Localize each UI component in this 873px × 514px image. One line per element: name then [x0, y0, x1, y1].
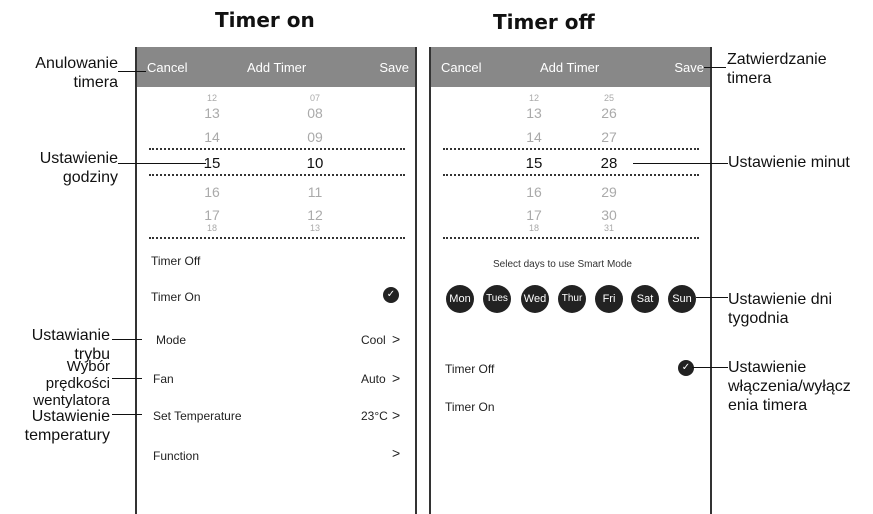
annotation-cancel: Anulowanie timera [35, 55, 118, 91]
temperature-value: 23°C [361, 409, 388, 423]
mode-value: Cool [361, 333, 386, 347]
minute-option[interactable]: 07 [300, 93, 330, 103]
minute-option[interactable]: 11 [300, 184, 330, 200]
timer-on-screen: Cancel Add Timer Save 12 13 14 15 16 17 … [135, 47, 417, 514]
top-bar: Cancel Add Timer Save [137, 47, 415, 87]
selected-hour[interactable]: 15 [519, 155, 549, 172]
day-thur-button[interactable]: Thur [558, 285, 586, 313]
hour-option[interactable]: 18 [197, 223, 227, 233]
save-button[interactable]: Save [674, 60, 704, 75]
days-pointer-line [696, 297, 728, 298]
annotation-onoff: Ustawienie włączenia/wyłącz enia timera [728, 359, 851, 414]
hour-option[interactable]: 14 [197, 129, 227, 145]
check-icon: ✓ [678, 360, 694, 376]
selected-minute[interactable]: 10 [300, 155, 330, 172]
minute-option[interactable]: 29 [594, 184, 624, 200]
hour-option[interactable]: 17 [519, 207, 549, 223]
annotation-save: Zatwierdzanie timera [727, 51, 827, 87]
day-sun-button[interactable]: Sun [668, 285, 696, 313]
annotation-days: Ustawienie dni tygodnia [728, 291, 833, 327]
timer-off-screen: Cancel Add Timer Save 12 13 14 15 16 17 … [429, 47, 712, 514]
cancel-button[interactable]: Cancel [147, 60, 187, 75]
hour-option[interactable]: 17 [197, 207, 227, 223]
add-timer-title: Add Timer [247, 60, 307, 75]
temp-pointer-line [112, 414, 142, 415]
mode-row[interactable]: Mode [156, 333, 186, 347]
picker-divider [149, 237, 405, 239]
selected-minute[interactable]: 28 [594, 155, 624, 172]
annotation-hour: Ustawienie godziny [39, 150, 118, 186]
day-sat-button[interactable]: Sat [631, 285, 659, 313]
annotation-fan: Wybór prędkości wentylatora [33, 358, 110, 409]
minute-option[interactable]: 31 [594, 223, 624, 233]
hour-option[interactable]: 12 [519, 93, 549, 103]
add-timer-title: Add Timer [540, 60, 600, 75]
save-pointer-line [704, 67, 726, 68]
fan-row[interactable]: Fan [153, 372, 174, 386]
hour-option[interactable]: 16 [197, 184, 227, 200]
minute-option[interactable]: 09 [300, 129, 330, 145]
minute-option[interactable]: 27 [594, 129, 624, 145]
timer-off-option[interactable]: Timer Off [445, 362, 494, 376]
timer-off-title: Timer off [493, 10, 595, 34]
minute-option[interactable]: 08 [300, 105, 330, 121]
timer-off-option[interactable]: Timer Off [151, 254, 200, 268]
fan-pointer-line [112, 378, 142, 379]
picker-divider [443, 148, 699, 150]
timer-on-option[interactable]: Timer On [445, 400, 495, 414]
days-caption: Select days to use Smart Mode [493, 259, 632, 270]
picker-divider [443, 237, 699, 239]
chevron-right-icon: > [392, 370, 401, 386]
mode-pointer-line [112, 339, 142, 340]
minute-option[interactable]: 30 [594, 207, 624, 223]
chevron-right-icon: > [392, 445, 401, 461]
annotation-temp: Ustawienie temperatury [24, 408, 110, 444]
set-temperature-row[interactable]: Set Temperature [153, 409, 242, 423]
hour-option[interactable]: 14 [519, 129, 549, 145]
timer-on-option[interactable]: Timer On [151, 290, 201, 304]
cancel-button[interactable]: Cancel [441, 60, 481, 75]
picker-divider [443, 174, 699, 176]
onoff-pointer-line [692, 367, 728, 368]
picker-divider [149, 174, 405, 176]
hour-option[interactable]: 16 [519, 184, 549, 200]
day-tues-button[interactable]: Tues [483, 285, 511, 313]
picker-divider [149, 148, 405, 150]
minute-option[interactable]: 26 [594, 105, 624, 121]
hour-option[interactable]: 12 [197, 93, 227, 103]
chevron-right-icon: > [392, 331, 401, 347]
day-fri-button[interactable]: Fri [595, 285, 623, 313]
hour-option[interactable]: 18 [519, 223, 549, 233]
hour-pointer-line [118, 163, 206, 164]
annotation-minute: Ustawienie minut [728, 154, 850, 171]
minute-pointer-line [633, 163, 728, 164]
day-mon-button[interactable]: Mon [446, 285, 474, 313]
hour-option[interactable]: 13 [519, 105, 549, 121]
cancel-pointer-line [118, 71, 146, 72]
chevron-right-icon: > [392, 407, 401, 423]
minute-option[interactable]: 13 [300, 223, 330, 233]
hour-option[interactable]: 13 [197, 105, 227, 121]
check-icon: ✓ [383, 287, 399, 303]
day-wed-button[interactable]: Wed [521, 285, 549, 313]
function-row[interactable]: Function [153, 449, 199, 463]
timer-on-title: Timer on [215, 8, 315, 32]
top-bar: Cancel Add Timer Save [431, 47, 710, 87]
fan-value: Auto [361, 372, 386, 386]
minute-option[interactable]: 25 [594, 93, 624, 103]
minute-option[interactable]: 12 [300, 207, 330, 223]
save-button[interactable]: Save [379, 60, 409, 75]
